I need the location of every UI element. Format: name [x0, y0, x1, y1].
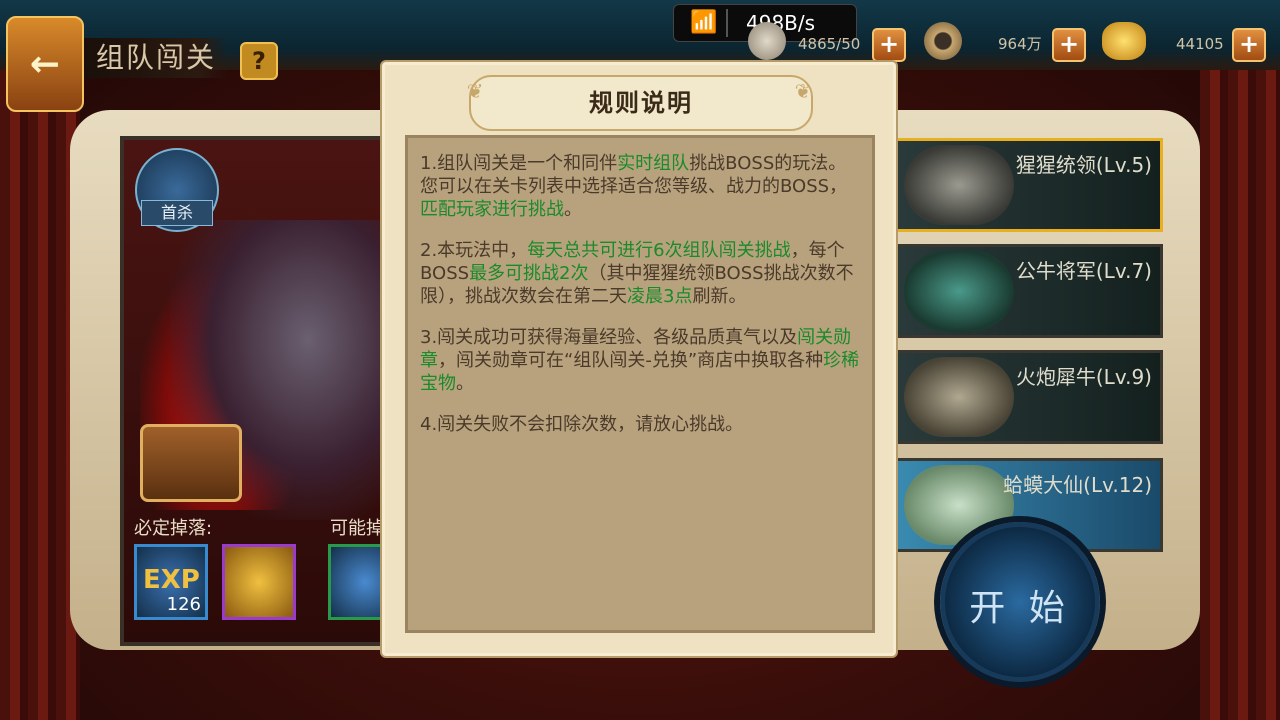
add-stamina-button[interactable]: + — [872, 28, 906, 62]
back-arrow-icon: ← — [29, 43, 61, 85]
rule-highlight: 每天总共可进行6次组队闯关挑战 — [527, 240, 791, 261]
boss-list-item[interactable]: 猩猩统领(Lv.5) — [895, 138, 1163, 232]
wifi-icon: 📶 — [682, 9, 728, 37]
rule-text: 。 — [456, 373, 474, 394]
boss-name: 火炮犀牛(Lv.9) — [1015, 365, 1152, 389]
rule-text: 1.组队闯关是一个和同伴 — [420, 153, 618, 174]
boss-name: 蛤蟆大仙(Lv.12) — [1003, 473, 1152, 497]
boss-avatar — [904, 145, 1014, 225]
boss-avatar — [904, 251, 1014, 331]
rule-1: 1.组队闯关是一个和同伴实时组队挑战BOSS的玩法。您可以在关卡列表中选择适合您… — [420, 152, 862, 221]
possible-drop-label: 可能掉 — [330, 518, 384, 539]
boss-name: 猩猩统领(Lv.5) — [1015, 153, 1152, 177]
gold-ingot-icon — [1102, 22, 1146, 60]
boss-list-item[interactable]: 火炮犀牛(Lv.9) — [895, 350, 1163, 444]
rule-highlight: 凌晨3点 — [627, 286, 693, 307]
rule-highlight: 匹配玩家进行挑战 — [420, 199, 564, 220]
boss-avatar — [904, 357, 1014, 437]
rule-text: 刷新。 — [692, 286, 747, 307]
exp-label: EXP — [143, 565, 200, 595]
add-coins-button[interactable]: + — [1052, 28, 1086, 62]
first-kill-badge: 首杀 — [135, 148, 219, 232]
stamina-value: 4865/50 — [798, 35, 861, 53]
boss-name: 公牛将军(Lv.7) — [1015, 259, 1152, 283]
swirl-ornament-icon: ❦ — [466, 79, 484, 103]
gold-value: 44105 — [1176, 35, 1224, 53]
back-button[interactable]: ← — [6, 16, 84, 112]
start-button[interactable]: 开 始 — [940, 522, 1100, 682]
rules-text: 1.组队闯关是一个和同伴实时组队挑战BOSS的玩法。您可以在关卡列表中选择适合您… — [405, 135, 875, 633]
guaranteed-drop-label: 必定掉落: — [134, 518, 213, 539]
rule-4: 4.闯关失败不会扣除次数，请放心挑战。 — [420, 414, 744, 435]
first-kill-label: 首杀 — [141, 200, 213, 226]
rule-text: 3.闯关成功可获得海量经验、各级品质真气以及 — [420, 327, 798, 348]
rule-3: 3.闯关成功可获得海量经验、各级品质真气以及闯关勋章，闯关勋章可在“组队闯关-兑… — [420, 326, 862, 395]
treasure-chest-icon[interactable] — [140, 424, 242, 502]
right-curtain — [1200, 0, 1280, 720]
stamina-icon — [748, 22, 786, 60]
coin-icon — [924, 22, 962, 60]
rule-highlight: 最多可挑战2次 — [469, 263, 589, 284]
rule-text: ，闯关勋章可在“组队闯关-兑换”商店中换取各种 — [438, 350, 824, 371]
page-title: 组队闯关 — [84, 38, 229, 78]
dialog-title-banner: 规则说明 — [469, 75, 813, 131]
boss-list-item[interactable]: 公牛将军(Lv.7) — [895, 244, 1163, 338]
help-button[interactable]: ? — [240, 42, 278, 80]
rule-text: 。 — [564, 199, 582, 220]
swirl-ornament-icon: ❦ — [794, 79, 812, 103]
dialog-title: 规则说明 — [589, 89, 693, 117]
exp-amount: 126 — [166, 594, 201, 615]
rule-highlight: 实时组队 — [617, 153, 690, 174]
rules-dialog: 规则说明 ❦ ❦ 1.组队闯关是一个和同伴实时组队挑战BOSS的玩法。您可以在关… — [382, 62, 896, 656]
add-gold-button[interactable]: + — [1232, 28, 1266, 62]
rule-2: 2.本玩法中，每天总共可进行6次组队闯关挑战，每个BOSS最多可挑战2次（其中猩… — [420, 239, 862, 308]
rule-text: 2.本玩法中， — [420, 240, 528, 261]
coin-value: 964万 — [998, 35, 1042, 53]
medal-reward-slot[interactable] — [222, 544, 296, 620]
exp-reward-slot[interactable]: EXP 126 — [134, 544, 208, 620]
start-label: 开 始 — [969, 588, 1071, 629]
